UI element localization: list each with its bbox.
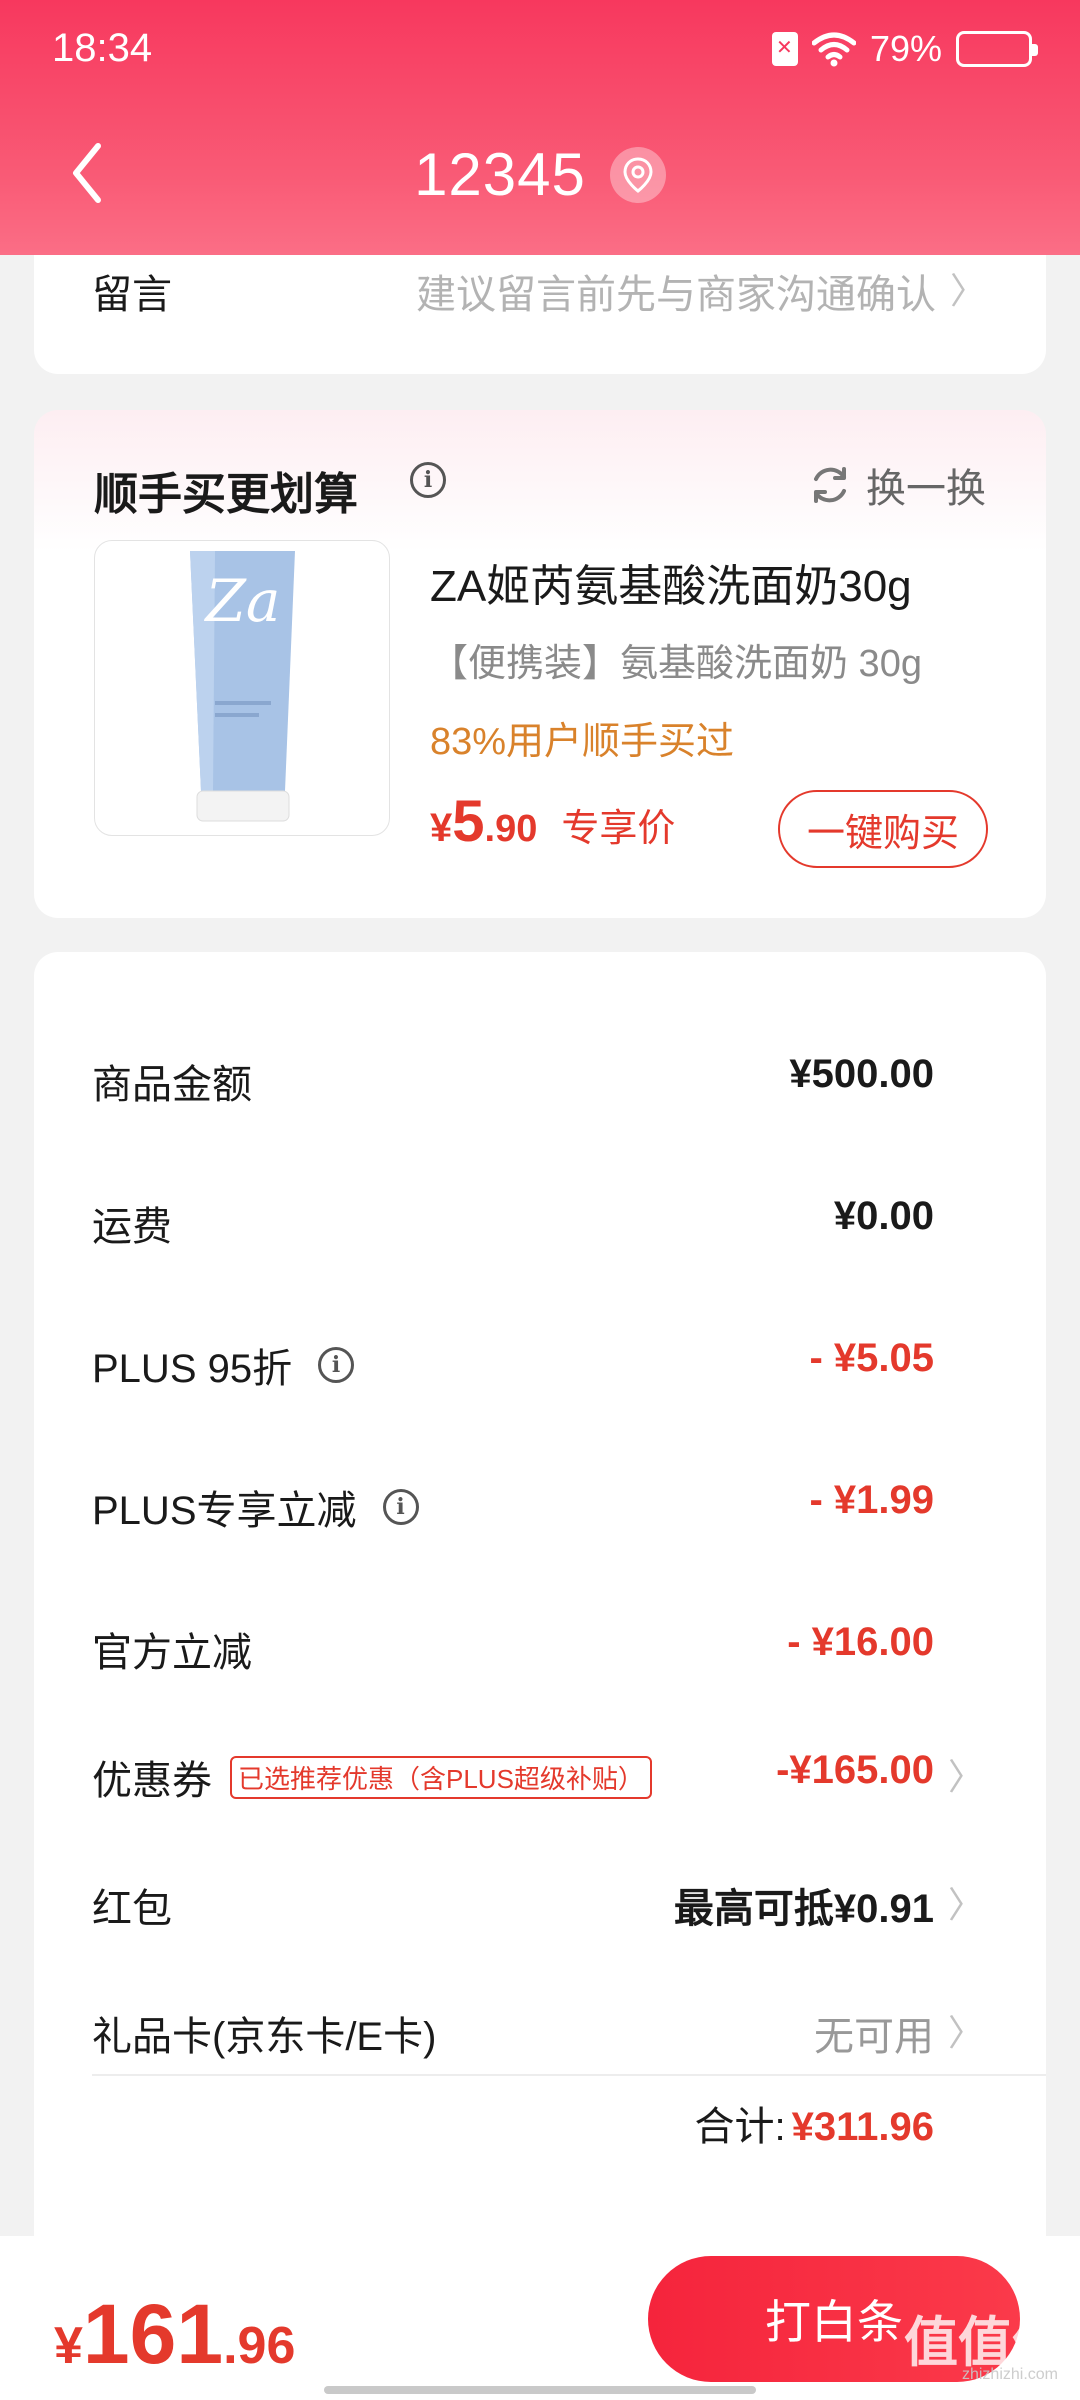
svg-text:Za: Za [204, 567, 281, 635]
price-symbol: ¥ [430, 806, 453, 850]
row-value: - ¥1.99 [809, 1478, 934, 1522]
refresh-icon [814, 467, 846, 503]
row-value: - ¥16.00 [787, 1620, 934, 1664]
payable-price: ¥ 161 .96 [54, 2286, 295, 2383]
upsell-card: 顺手买更划算 i 换一换 Za ZA姬芮氨基酸洗面奶30g 【便携装】氨基酸洗面… [34, 410, 1046, 918]
summary-row-gift-card[interactable]: 礼品卡(京东卡/E卡) 无可用 [92, 2004, 934, 2064]
price-symbol: ¥ [54, 2317, 83, 2375]
row-label-group: 优惠券 已选推荐优惠（含PLUS超级补贴） [92, 1748, 652, 1806]
message-hint[interactable]: 建议留言前先与商家沟通确认 [416, 262, 936, 320]
location-pin-icon[interactable] [609, 146, 666, 203]
summary-row-plus-reduction: PLUS专享立减 i - ¥1.99 [92, 1478, 934, 1538]
product-image[interactable]: Za [94, 540, 390, 836]
chevron-right-icon: 〉 [947, 1884, 984, 1925]
product-buyers-rate: 83%用户顺手买过 [430, 721, 735, 763]
status-icons: 79% [771, 28, 1038, 70]
row-value: - ¥5.05 [809, 1336, 934, 1380]
status-time: 18:34 [52, 26, 153, 70]
coupon-badge: 已选推荐优惠（含PLUS超级补贴） [230, 1755, 652, 1799]
info-icon[interactable]: i [318, 1347, 355, 1383]
chevron-right-icon: 〉 [947, 2012, 984, 2053]
swap-button[interactable]: 换一换 [808, 456, 986, 514]
one-click-buy-button[interactable]: 一键购买 [778, 790, 988, 868]
divider [92, 2074, 1046, 2076]
price-integer: 5 [452, 789, 485, 854]
total-value: ¥311.96 [791, 2105, 934, 2149]
summary-row-shipping: 运费 ¥0.00 [92, 1194, 934, 1254]
summary-row-coupon[interactable]: 优惠券 已选推荐优惠（含PLUS超级补贴） -¥165.00 [92, 1748, 934, 1808]
swap-label: 换一换 [866, 467, 986, 511]
summary-row-goods: 商品金额 ¥500.00 [92, 1052, 934, 1112]
summary-row-plus-discount: PLUS 95折 i - ¥5.05 [92, 1336, 934, 1396]
header-title-group[interactable]: 12345 [0, 140, 1080, 209]
row-label: 礼品卡(京东卡/E卡) [92, 2015, 437, 2059]
product-price: ¥ 5 .90 专享价 [430, 788, 675, 855]
row-label: 官方立减 [92, 1631, 252, 1675]
row-value: 最高可抵¥0.91 [673, 1887, 934, 1931]
row-value: 无可用 [814, 2015, 934, 2059]
row-label: 红包 [92, 1887, 172, 1931]
total-label: 合计: [694, 2105, 786, 2149]
header-bar: 18:34 79% 12345 [0, 0, 1080, 255]
battery-icon [956, 31, 1038, 67]
product-subtitle: 【便携装】氨基酸洗面奶 30g [430, 643, 922, 685]
chevron-right-icon: 〉 [947, 1756, 984, 1797]
price-decimal: .90 [484, 808, 538, 850]
row-label: PLUS 95折 [92, 1347, 293, 1391]
no-sim-icon [771, 32, 798, 66]
price-integer: 161 [82, 2287, 224, 2381]
price-summary-card: 商品金额 ¥500.00 运费 ¥0.00 PLUS 95折 i - ¥5.05… [34, 952, 1046, 2242]
row-value: ¥500.00 [789, 1052, 934, 1096]
price-decimal: .96 [223, 2317, 296, 2375]
battery-percent: 79% [869, 28, 942, 69]
status-bar: 18:34 79% [0, 0, 1080, 100]
row-value: -¥165.00 [776, 1748, 934, 1792]
row-label: 运费 [92, 1205, 172, 1249]
row-label-group: PLUS 95折 i [92, 1336, 355, 1394]
home-indicator[interactable] [324, 2386, 756, 2394]
row-label: 优惠券 [92, 1759, 212, 1803]
info-icon[interactable]: i [382, 1489, 419, 1525]
row-label-group: PLUS专享立减 i [92, 1478, 419, 1536]
price-tag: 专享价 [561, 808, 676, 850]
summary-row-official-reduction: 官方立减 - ¥16.00 [92, 1620, 934, 1680]
upsell-title: 顺手买更划算 [94, 470, 358, 519]
watermark-url: zhizhizhi.com [961, 2366, 1058, 2383]
bottom-checkout-bar: ¥ 161 .96 打白条 值值值 zhizhizhi.com [0, 2236, 1080, 2400]
row-label: PLUS专享立减 [92, 1489, 357, 1533]
page-title: 12345 [414, 141, 586, 208]
total-row: 合计: ¥311.96 [694, 2094, 934, 2152]
info-icon[interactable]: i [410, 462, 446, 498]
row-value: ¥0.00 [833, 1194, 934, 1238]
wifi-icon [811, 32, 856, 67]
row-label: 商品金额 [92, 1063, 252, 1107]
message-label: 留言 [92, 273, 172, 317]
product-name[interactable]: ZA姬芮氨基酸洗面奶30g [430, 550, 912, 614]
chevron-right-icon: 〉 [949, 270, 986, 311]
summary-row-red-packet[interactable]: 红包 最高可抵¥0.91 [92, 1876, 934, 1936]
